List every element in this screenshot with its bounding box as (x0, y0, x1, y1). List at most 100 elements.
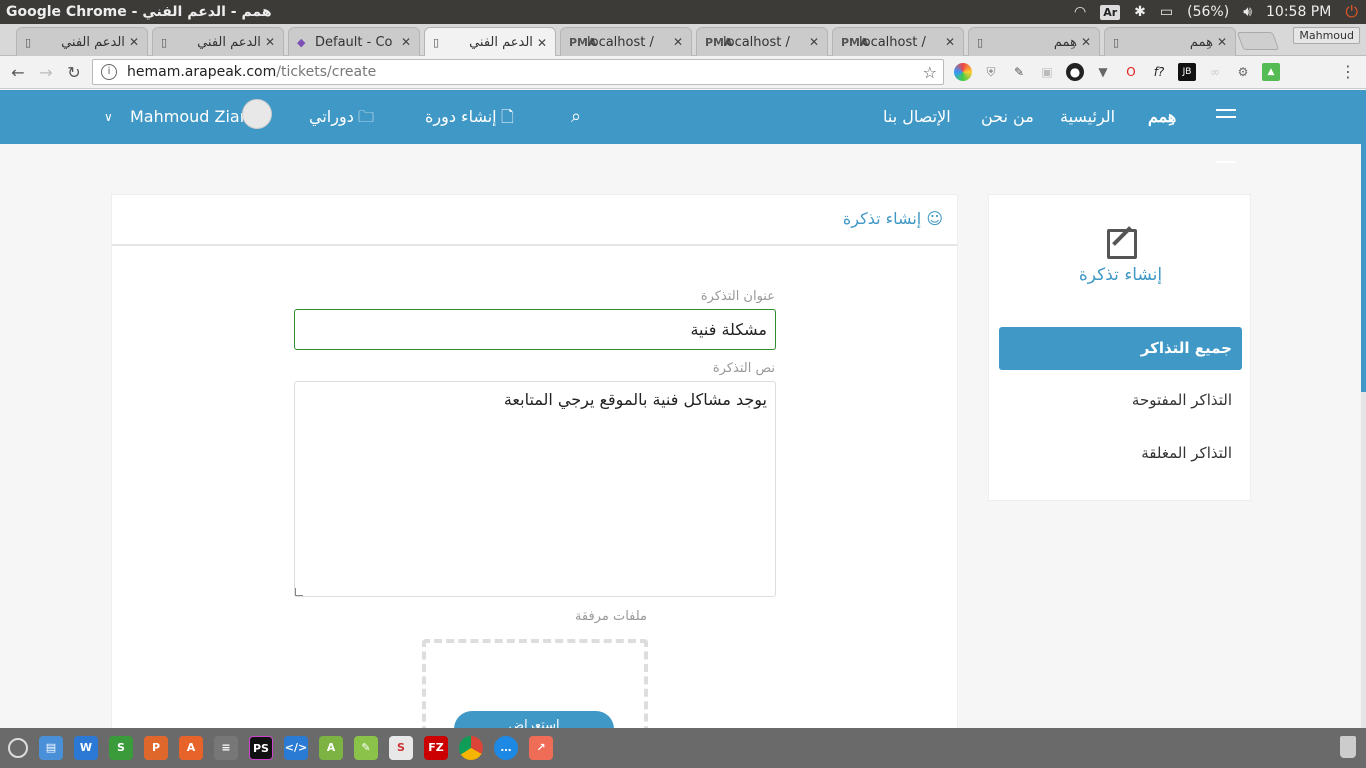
edit-icon[interactable] (1107, 229, 1137, 259)
browser-tab[interactable]: ▯ الدعم الفني ✕ (152, 27, 284, 56)
sublime-icon[interactable]: S (389, 736, 413, 760)
close-icon[interactable]: ✕ (673, 35, 683, 49)
close-icon[interactable]: ✕ (1081, 35, 1091, 49)
presentation-icon[interactable]: P (144, 736, 168, 760)
clock[interactable]: 10:58 PM (1266, 4, 1331, 20)
nav-about[interactable]: من نحن (981, 90, 1034, 144)
reload-icon[interactable]: ↻ (60, 63, 88, 82)
files-icon[interactable]: ▤ (39, 736, 63, 760)
page-icon: ▯ (161, 35, 168, 49)
cube-icon: ◆ (297, 35, 306, 49)
bluetooth-icon[interactable]: ✱ (1134, 4, 1146, 20)
android-studio-icon[interactable]: A (319, 736, 343, 760)
nav-my-courses[interactable]: دوراتي (309, 90, 354, 144)
browser-toolbar: ← → ↻ i hemam.arapeak.com/tickets/create… (0, 56, 1366, 89)
shield-extension-icon[interactable]: ⛨ (982, 63, 1000, 81)
site-navbar: هِمم الرئيسية من نحن الإتصال بنا ⌕ 🗋︎ إن… (0, 90, 1366, 163)
close-icon[interactable]: ✕ (265, 35, 275, 49)
postman-icon[interactable]: ↗ (529, 736, 553, 760)
create-ticket-link[interactable]: إنشاء تذكرة (989, 265, 1252, 285)
jetbrains-extension-icon[interactable]: JB (1178, 63, 1196, 81)
vue-extension-icon[interactable]: ▼ (1094, 63, 1112, 81)
chevron-down-icon[interactable]: ∨ (104, 90, 113, 144)
profile-button[interactable]: Mahmoud (1293, 27, 1360, 44)
avatar[interactable] (242, 99, 272, 129)
close-icon[interactable]: ✕ (945, 35, 955, 49)
browser-tab[interactable]: ▯ الدعم الفني ✕ (16, 27, 148, 56)
menu-dots-icon[interactable]: ⋮ (1340, 62, 1356, 81)
browser-tab[interactable]: ▯ هِمم ✕ (968, 27, 1100, 56)
browser-tab[interactable]: ▯ هِمم ✕ (1104, 27, 1236, 56)
tab-strip: ▯ الدعم الفني ✕ ▯ الدعم الفني ✕ ◆ Defaul… (0, 24, 1366, 57)
fonts-extension-icon[interactable]: f? (1150, 63, 1168, 81)
vscode-icon[interactable]: </> (284, 736, 308, 760)
wifi-icon[interactable]: ◠ (1074, 4, 1086, 20)
messenger-icon[interactable]: … (494, 736, 518, 760)
nav-home[interactable]: الرئيسية (1060, 90, 1115, 144)
os-taskbar: ▤ W S P A ≡ PS </> A ✎ S FZ … ↗ (0, 728, 1366, 768)
close-icon[interactable]: ✕ (401, 35, 411, 49)
sidebar-item-all-tickets[interactable]: جميع التذاكر (999, 327, 1242, 370)
volume-icon[interactable]: 🔊︎ (1243, 4, 1252, 20)
trash-icon[interactable] (1340, 736, 1356, 758)
hamburger-icon[interactable] (1216, 109, 1236, 163)
page-icon: ▯ (25, 35, 32, 49)
attachments-label: ملفات مرفقة (574, 609, 647, 624)
address-bar[interactable]: i hemam.arapeak.com/tickets/create ☆ (92, 59, 944, 85)
opera-extension-icon[interactable]: O (1122, 63, 1140, 81)
battery-icon[interactable]: ▭ (1160, 4, 1173, 20)
resize-handle[interactable] (295, 588, 303, 596)
sidebar-item-closed-tickets[interactable]: التذاكر المغلقة (999, 432, 1242, 475)
browser-tab[interactable]: PMA localhost / ✕ (560, 27, 692, 56)
back-icon[interactable]: ← (4, 63, 32, 82)
software-center-icon[interactable]: A (179, 736, 203, 760)
site-logo[interactable]: هِمم (1148, 90, 1176, 144)
scrollbar-thumb[interactable] (1361, 144, 1366, 392)
search-icon[interactable]: ⌕ (571, 90, 581, 144)
close-icon[interactable]: ✕ (537, 36, 547, 50)
card-title: ☺ إنشاء تذكرة (842, 209, 943, 228)
android-beta-extension-icon[interactable]: ▲ (1262, 63, 1280, 81)
ticket-body-textarea[interactable]: يوجد مشاكل فنية بالموقع يرجي المتابعة (294, 381, 776, 597)
keyboard-layout[interactable]: Ar (1100, 4, 1121, 20)
forward-icon[interactable]: → (32, 63, 60, 82)
browser-tab[interactable]: PMA localhost / ✕ (696, 27, 828, 56)
eyedropper-extension-icon[interactable]: ✎ (1010, 63, 1028, 81)
new-tab-button[interactable] (1236, 32, 1280, 50)
star-icon[interactable]: ☆ (923, 63, 937, 82)
word-icon[interactable]: W (74, 736, 98, 760)
nav-create-course[interactable]: إنشاء دورة (425, 90, 497, 144)
filezilla-icon[interactable]: FZ (424, 736, 448, 760)
nav-contact[interactable]: الإتصال بنا (883, 90, 951, 144)
browser-tab[interactable]: ◆ Default - Co ✕ (288, 27, 420, 56)
page-scrollbar[interactable] (1361, 144, 1366, 728)
color-extension-icon[interactable]: ● (1066, 63, 1084, 81)
tickets-sidebar: إنشاء تذكرة جميع التذاكر التذاكر المفتوح… (988, 194, 1251, 501)
ticket-title-label: عنوان التذكرة (700, 289, 775, 304)
settings-icon[interactable]: ≡ (214, 736, 238, 760)
globe-extension-icon[interactable]: ⚙ (1234, 63, 1252, 81)
ticket-title-input[interactable]: مشكلة فنية (294, 309, 776, 350)
power-icon[interactable]: ⏻ (1345, 2, 1358, 22)
launcher-icon[interactable] (8, 738, 28, 758)
chrome-icon[interactable] (459, 736, 483, 760)
close-icon[interactable]: ✕ (809, 35, 819, 49)
phpstorm-icon[interactable]: PS (249, 736, 273, 760)
extensions-area: ⛨ ✎ ▣ ● ▼ O f? JB ∞ ⚙ ▲ (954, 63, 1280, 81)
browser-tab[interactable]: PMA localhost / ✕ (832, 27, 964, 56)
notes-icon[interactable]: ✎ (354, 736, 378, 760)
close-icon[interactable]: ✕ (1217, 35, 1227, 49)
sidebar-item-open-tickets[interactable]: التذاكر المفتوحة (999, 379, 1242, 422)
url-host: hemam.arapeak.com (127, 64, 277, 80)
close-icon[interactable]: ✕ (129, 35, 139, 49)
file-plus-icon: 🗋︎ (501, 107, 514, 126)
browser-tab-active[interactable]: ▯ الدعم الفني ✕ (424, 27, 556, 57)
sheets-icon[interactable]: S (109, 736, 133, 760)
user-menu-name[interactable]: Mahmoud Ziara (130, 90, 256, 144)
battery-percent[interactable]: (56%) (1187, 4, 1229, 20)
info-icon[interactable]: i (101, 64, 117, 80)
link-extension-icon[interactable]: ∞ (1206, 63, 1224, 81)
page-icon: ▯ (977, 35, 984, 49)
colorpicker-extension-icon[interactable] (954, 63, 972, 81)
camera-extension-icon[interactable]: ▣ (1038, 63, 1056, 81)
